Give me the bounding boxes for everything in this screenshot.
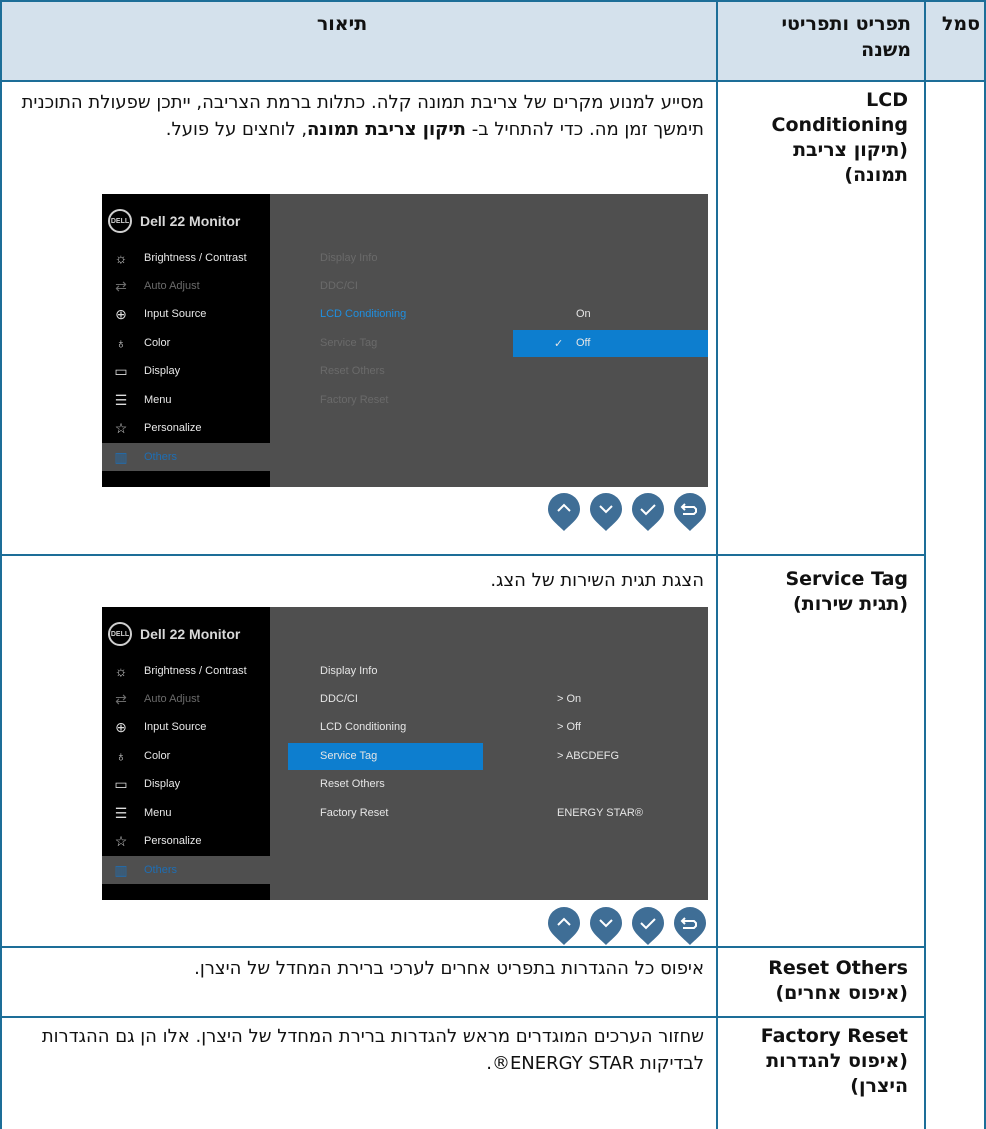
back-icon <box>674 493 706 531</box>
desc-reset-others: איפוס כל ההגדרות בתפריט אחרים לערכי בריר… <box>194 958 704 979</box>
osd-model-name: Dell 22 Monitor <box>140 213 241 229</box>
personalize-icon: ☆ <box>114 832 128 849</box>
document-table: סמל תפריט ותפריטי משנה תיאור LCD Conditi… <box>0 0 986 1129</box>
osd-item-menu: ☰ Menu <box>114 391 172 408</box>
osd-item-others: ▥ Others <box>102 856 270 884</box>
osd-value-service-tag: > ABCDEFG <box>557 750 620 762</box>
osd-sub-factory-reset: Factory Reset <box>320 394 389 406</box>
desc-factory-reset: שחזור הערכים המוגדרים מראש להגדרות ברירת… <box>41 1026 704 1074</box>
header-menu: תפריט ותפריטי משנה <box>781 13 911 61</box>
osd-sub-highlight <box>288 743 483 770</box>
osd-item-menu: ☰ Menu <box>114 804 172 821</box>
osd-item-personalize: ☆ Personalize <box>114 832 202 849</box>
osd-value-lcd-conditioning: > Off <box>557 721 581 733</box>
desc-service-tag: הצגת תגית השירות של הצג. <box>490 570 704 591</box>
display-icon: ▭ <box>114 362 128 379</box>
checkmark-icon <box>632 907 664 945</box>
osd-item-input-source: ⊕ Input Source <box>115 305 207 322</box>
menu-name-reset-others: Reset Others (איפוס אחרים) <box>768 957 908 1004</box>
osd-option-off: Off <box>576 337 591 349</box>
auto-adjust-icon: ⇄ <box>115 277 127 294</box>
osd-sub-ddcci: DDC/CI <box>320 280 358 292</box>
osd-sub-ddcci: DDC/CI <box>320 693 358 705</box>
osd-nav-buttons <box>540 492 708 532</box>
osd-item-display: ▭ Display <box>114 775 181 792</box>
auto-adjust-icon: ⇄ <box>115 690 127 707</box>
osd-item-auto-adjust: ⇄ Auto Adjust <box>115 690 200 707</box>
color-icon: ♁ <box>115 748 127 764</box>
checkmark-icon <box>632 493 664 531</box>
osd-model-name: Dell 22 Monitor <box>140 626 241 642</box>
osd-item-brightness: ☼ Brightness / Contrast <box>114 663 247 679</box>
osd-sub-service-tag: Service Tag <box>320 750 378 762</box>
header-description: תיאור <box>316 13 368 35</box>
osd-item-others: ▥ Others <box>102 443 270 471</box>
menu-icon: ☰ <box>114 804 128 821</box>
brightness-icon: ☼ <box>114 250 128 266</box>
menu-name-factory-reset: Factory Reset (איפוס להגדרות היצרן) <box>760 1025 908 1097</box>
osd-screenshot-service-tag: DELL Dell 22 Monitor ☼ Brightness / Contr… <box>102 607 708 900</box>
osd-item-brightness: ☼ Brightness / Contrast <box>114 250 247 266</box>
osd-nav-buttons <box>540 906 708 946</box>
dell-logo: DELL <box>108 622 132 646</box>
display-icon: ▭ <box>114 775 128 792</box>
osd-item-personalize: ☆ Personalize <box>114 419 202 436</box>
down-arrow-icon <box>590 493 622 531</box>
header-symbol: סמל <box>941 13 980 35</box>
osd-item-auto-adjust: ⇄ Auto Adjust <box>115 277 200 294</box>
dell-logo: DELL <box>108 209 132 233</box>
osd-item-input-source: ⊕ Input Source <box>115 718 207 735</box>
osd-value-ddcci: > On <box>557 693 582 705</box>
desc-lcd-conditioning: מסייע למנוע מקרים של צריבת תמונה קלה. כת… <box>21 92 704 140</box>
brightness-icon: ☼ <box>114 663 128 679</box>
osd-screenshot-lcd-conditioning: DELL Dell 22 Monitor ☼ Brightness / Contr… <box>102 194 708 487</box>
osd-sub-reset-others: Reset Others <box>320 778 385 790</box>
down-arrow-icon <box>590 907 622 945</box>
osd-energy-star: ENERGY STAR® <box>557 807 643 819</box>
menu-name-service-tag: Service Tag (תגית שירות) <box>785 568 908 615</box>
input-source-icon: ⊕ <box>115 718 127 735</box>
osd-item-color: ♁ Color <box>115 748 171 764</box>
osd-option-on: On <box>576 308 591 320</box>
personalize-icon: ☆ <box>114 419 128 436</box>
osd-item-color: ♁ Color <box>115 335 171 351</box>
others-icon: ▥ <box>114 861 128 878</box>
back-icon <box>674 907 706 945</box>
up-arrow-icon <box>548 907 580 945</box>
osd-sub-service-tag: Service Tag <box>320 337 378 349</box>
osd-option-highlight <box>513 330 708 357</box>
color-icon: ♁ <box>115 335 127 351</box>
osd-item-display: ▭ Display <box>114 362 181 379</box>
osd-sub-reset-others: Reset Others <box>320 365 385 377</box>
osd-sub-factory-reset: Factory Reset <box>320 807 389 819</box>
osd-sub-display-info: Display Info <box>320 252 378 264</box>
menu-name-lcd-conditioning: LCD Conditioning (תיקון צריבת תמונה) <box>771 89 908 186</box>
others-icon: ▥ <box>114 448 128 465</box>
osd-sub-lcd-conditioning: LCD Conditioning <box>320 308 407 320</box>
osd-sub-lcd-conditioning: LCD Conditioning <box>320 721 407 733</box>
input-source-icon: ⊕ <box>115 305 127 322</box>
menu-icon: ☰ <box>114 391 128 408</box>
osd-option-check: ✓ <box>554 337 564 350</box>
up-arrow-icon <box>548 493 580 531</box>
osd-sub-display-info: Display Info <box>320 665 378 677</box>
